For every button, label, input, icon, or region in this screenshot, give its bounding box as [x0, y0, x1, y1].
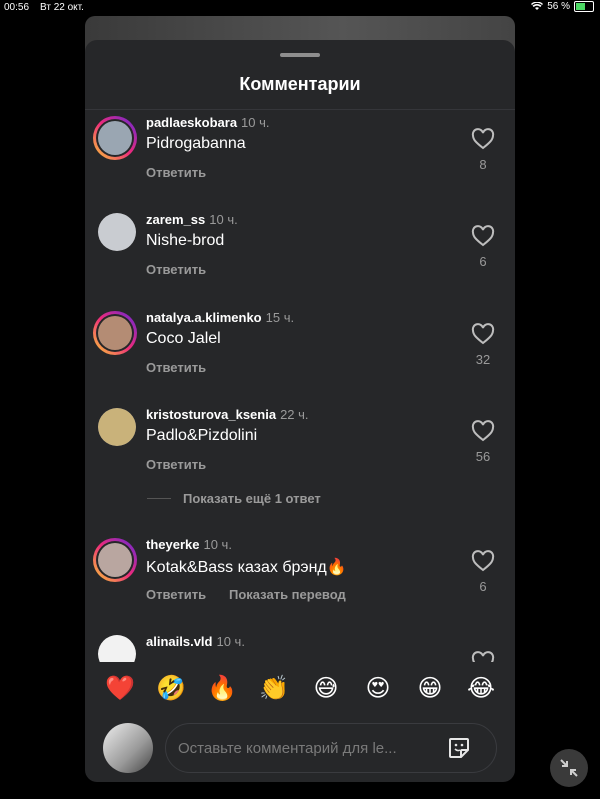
comment-username[interactable]: kristosturova_ksenia — [146, 407, 276, 422]
like-count: 32 — [475, 352, 491, 367]
comment-item: padlaeskobara 10 ч. Pidrogabanna Ответить… — [85, 110, 515, 200]
heart-icon[interactable] — [471, 225, 495, 247]
comment-time: 15 ч. — [265, 310, 295, 325]
comment-text: Padlo&Pizdolini — [146, 427, 258, 444]
sheet-grabber[interactable] — [280, 53, 320, 57]
status-right: 56 % — [531, 1, 594, 12]
reply-button[interactable]: Ответить — [146, 262, 206, 277]
like-count: 56 — [475, 449, 491, 464]
avatar[interactable] — [98, 635, 136, 662]
emoji-button[interactable]: 😍 — [363, 674, 393, 704]
like-count: 6 — [479, 579, 487, 594]
comment-item: kristosturova_ksenia 22 ч. Padlo&Pizdolin… — [85, 402, 515, 492]
sticker-icon[interactable] — [447, 736, 471, 760]
replies-line — [147, 498, 171, 499]
heart-icon[interactable] — [471, 323, 495, 345]
reply-button[interactable]: Ответить — [146, 165, 206, 180]
comment-text: Pidrogabanna — [146, 135, 246, 152]
emoji-button[interactable]: 🔥 — [207, 674, 237, 704]
battery-icon — [574, 1, 594, 12]
comment-item: theyerke 10 ч. Kotak&Bass казах брэнд🔥 От… — [85, 532, 515, 622]
heart-icon[interactable] — [471, 550, 495, 572]
avatar[interactable] — [93, 538, 137, 582]
comment-username[interactable]: padlaeskobara — [146, 115, 237, 130]
emoji-button[interactable]: 🤣 — [156, 674, 186, 704]
like-count: 8 — [479, 157, 487, 172]
reply-button[interactable]: Ответить — [146, 457, 206, 472]
comment-username[interactable]: zarem_ss — [146, 212, 205, 227]
emoji-button[interactable]: ❤️ — [105, 674, 135, 704]
comment-text: Coco Jalel — [146, 330, 221, 347]
comment-time: 10 ч. — [203, 537, 232, 552]
comment-item: alinails.vld 10 ч. — [85, 629, 515, 662]
comment-time: 10 ч. — [241, 115, 270, 130]
emoji-button[interactable]: 😅 — [311, 674, 341, 704]
status-time: 00:56 — [4, 2, 30, 13]
reply-button[interactable]: Ответить — [146, 360, 206, 375]
comment-time: 10 ч. — [216, 634, 245, 649]
like-count: 6 — [479, 254, 487, 269]
current-user-avatar — [103, 723, 153, 773]
comment-input-row — [85, 716, 515, 782]
comment-time: 22 ч. — [280, 407, 309, 422]
status-bar: 00:56 Вт 22 окт. 56 % — [0, 0, 600, 16]
avatar[interactable] — [98, 213, 136, 251]
emoji-button[interactable]: 👏 — [259, 674, 289, 704]
reply-button[interactable]: Ответить — [146, 587, 206, 602]
comment-time: 10 ч. — [209, 212, 238, 227]
comments-sheet: Комментарии padlaeskobara 10 ч. Pidrogaba… — [85, 40, 515, 782]
avatar[interactable] — [93, 311, 137, 355]
avatar[interactable] — [93, 116, 137, 160]
battery-percent: 56 % — [547, 1, 570, 12]
emoji-button[interactable]: 😁 — [415, 674, 445, 704]
comment-item: natalya.a.klimenko 15 ч. Coco Jalel Ответ… — [85, 305, 515, 395]
show-more-replies-button[interactable]: Показать ещё 1 ответ — [147, 491, 321, 506]
comment-username[interactable]: alinails.vld — [146, 634, 212, 649]
comment-item: zarem_ss 10 ч. Nishe-brod Ответить 6 — [85, 207, 515, 297]
heart-icon[interactable] — [471, 128, 495, 150]
show-more-replies-label: Показать ещё 1 ответ — [183, 491, 321, 506]
show-translation-button[interactable]: Показать перевод — [229, 587, 346, 602]
wifi-icon — [531, 2, 544, 10]
heart-icon[interactable] — [471, 420, 495, 442]
sheet-title: Комментарии — [239, 74, 361, 94]
collapse-arrows-icon[interactable] — [550, 749, 588, 787]
heart-icon[interactable] — [471, 651, 495, 662]
status-date: Вт 22 окт. — [40, 2, 84, 13]
avatar[interactable] — [98, 408, 136, 446]
comment-username[interactable]: natalya.a.klimenko — [146, 310, 262, 325]
comment-text: Kotak&Bass казах брэнд🔥 — [146, 559, 347, 576]
emoji-bar: ❤️ 🤣 🔥 👏 😅 😍 😁 😂 — [85, 662, 515, 714]
comment-text: Nishe-brod — [146, 232, 225, 249]
comment-username[interactable]: theyerke — [146, 537, 199, 552]
emoji-button[interactable]: 😂 — [466, 674, 496, 704]
